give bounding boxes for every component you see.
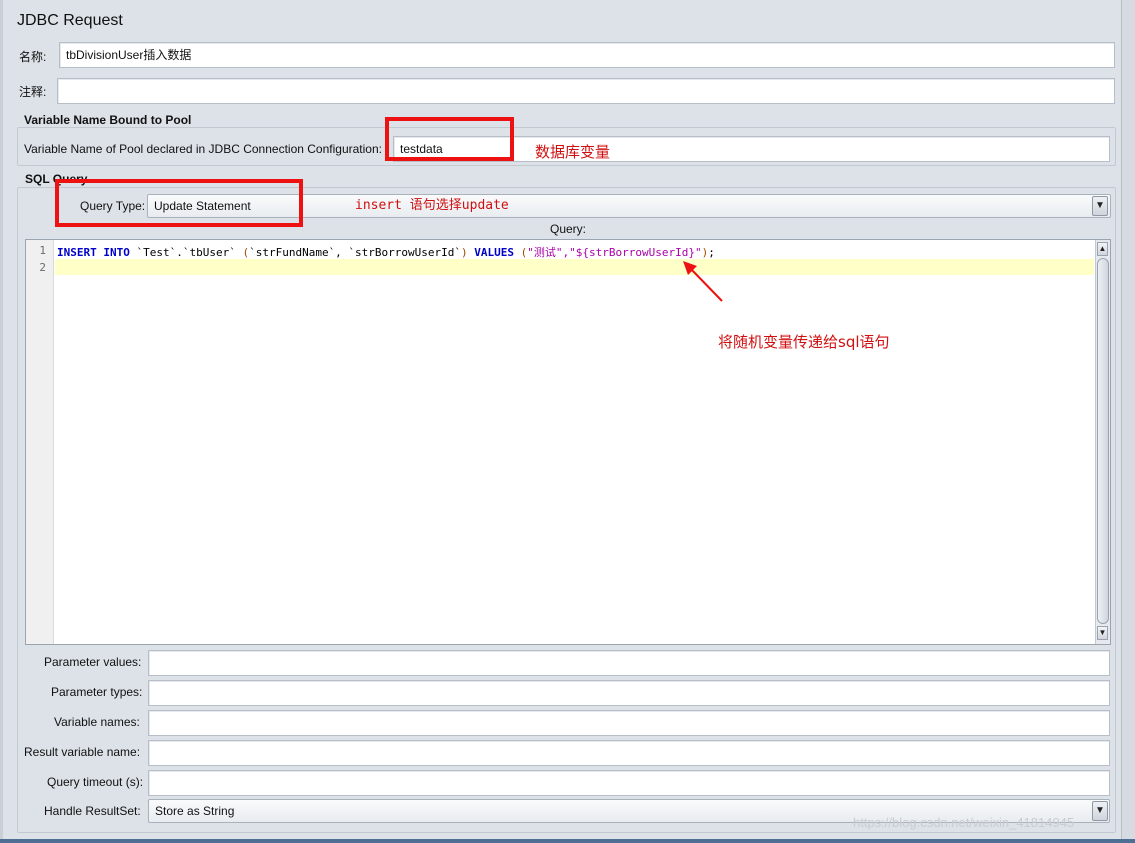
code-token: "测试","${strBorrowUserId}" — [527, 246, 702, 259]
annotation-insert-note: insert 语句选择update — [355, 198, 509, 213]
code-token: VALUES — [474, 246, 515, 259]
param-values-label: Parameter values: — [44, 655, 142, 669]
window-right-edge — [1121, 0, 1135, 843]
param-types-field[interactable] — [148, 680, 1110, 706]
window-left-edge — [0, 0, 3, 843]
page-title: JDBC Request — [17, 12, 123, 29]
code-token: `strFundName`, `strBorrowUserId` — [249, 246, 462, 259]
code-token: INTO — [103, 246, 130, 259]
editor-vertical-scrollbar[interactable]: ▲ ▼ — [1095, 240, 1110, 644]
param-types-label: Parameter types: — [51, 685, 143, 699]
line-number: 2 — [39, 261, 46, 274]
handle-resultset-label: Handle ResultSet: — [44, 804, 141, 818]
query-timeout-label: Query timeout (s): — [47, 775, 144, 789]
watermark: https://blog.csdn.net/weixin_41814945 — [853, 815, 1075, 830]
variable-names-field[interactable] — [148, 710, 1110, 736]
code-token: INSERT — [57, 246, 97, 259]
current-line-highlight — [55, 259, 1094, 275]
sql-query-editor[interactable]: 1 2 INSERT INTO `Test`.`tbUser` (`strFun… — [25, 239, 1111, 645]
param-values-field[interactable] — [148, 650, 1110, 676]
query-type-dropdown-arrow-icon[interactable]: ▼ — [1092, 196, 1108, 216]
scrollbar-thumb[interactable] — [1097, 258, 1109, 624]
window-bottom-edge — [0, 839, 1135, 843]
comment-field[interactable] — [57, 78, 1115, 104]
result-variable-name-field[interactable] — [148, 740, 1110, 766]
annotation-box-pool-variable — [385, 117, 514, 161]
code-line-1: INSERT INTO `Test`.`tbUser` (`strFundNam… — [57, 244, 715, 260]
handle-resultset-value: Store as String — [155, 804, 235, 818]
annotation-arrow-icon — [683, 261, 723, 302]
name-label: 名称: — [19, 50, 47, 64]
query-label: Query: — [550, 222, 587, 236]
annotation-db-variable: 数据库变量 — [535, 143, 611, 161]
code-token: `Test`.`tbUser` — [129, 246, 243, 259]
line-number-gutter: 1 2 — [26, 240, 54, 644]
scroll-up-icon[interactable]: ▲ — [1097, 242, 1108, 256]
query-timeout-field[interactable] — [148, 770, 1110, 796]
annotation-random-var-note: 将随机变量传递给sql语句 — [718, 333, 890, 351]
handle-resultset-dropdown-arrow-icon[interactable]: ▼ — [1092, 801, 1108, 821]
pool-group-title: Variable Name Bound to Pool — [22, 113, 194, 127]
code-token: ) — [461, 246, 468, 259]
scroll-down-icon[interactable]: ▼ — [1097, 626, 1108, 640]
pool-name-label: Variable Name of Pool declared in JDBC C… — [24, 142, 382, 156]
annotation-box-query-type — [55, 179, 303, 227]
variable-names-label: Variable names: — [54, 715, 140, 729]
comment-label: 注释: — [19, 85, 47, 99]
name-field[interactable]: tbDivisionUser插入数据 — [59, 42, 1115, 68]
line-number: 1 — [39, 244, 46, 257]
result-variable-name-label: Result variable name: — [24, 745, 141, 759]
